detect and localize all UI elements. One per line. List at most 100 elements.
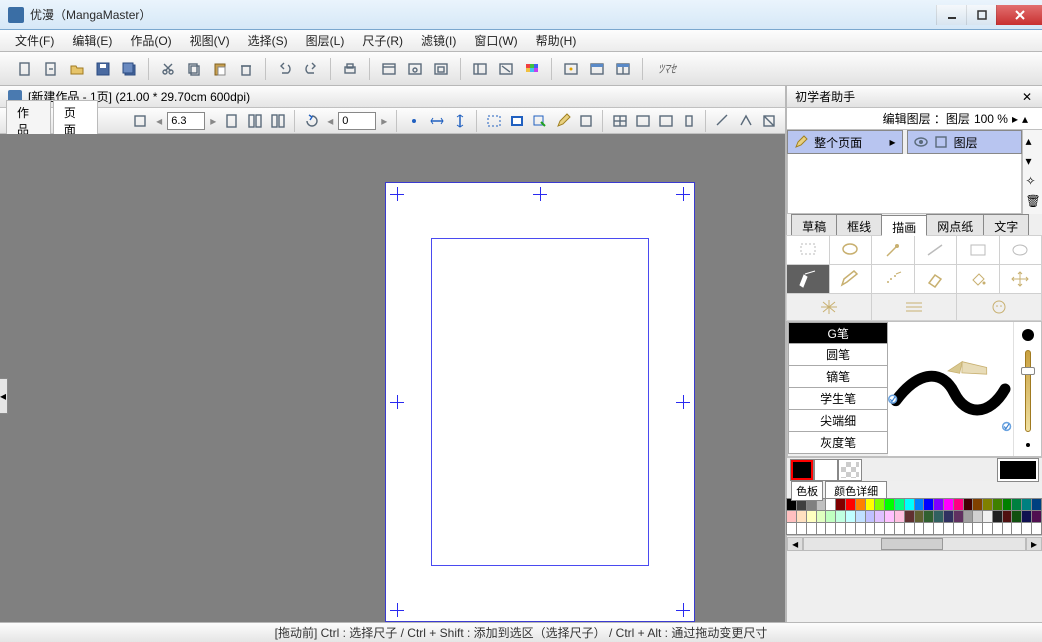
spread-icon[interactable] xyxy=(244,110,265,132)
copy-icon[interactable] xyxy=(183,58,205,80)
grid-2-icon[interactable] xyxy=(632,110,653,132)
tab-color-detail[interactable]: 颜色详细 xyxy=(825,481,887,498)
sel-full-icon[interactable] xyxy=(506,110,527,132)
zoom-fit-icon[interactable] xyxy=(130,110,151,132)
menu-ruler[interactable]: 尺子(R) xyxy=(353,30,412,51)
page-layer-cell[interactable]: 整个页面 ▸ xyxy=(787,130,902,154)
brush-size-slider[interactable] xyxy=(1025,350,1031,432)
panel-1-icon[interactable] xyxy=(378,58,400,80)
center-icon[interactable] xyxy=(403,110,424,132)
rotate-next-icon[interactable]: ▸ xyxy=(378,114,390,128)
tool-burst[interactable] xyxy=(786,293,872,321)
brush-size-min-icon[interactable] xyxy=(1023,440,1033,450)
panel-color-icon[interactable] xyxy=(521,58,543,80)
new-page-icon[interactable] xyxy=(40,58,62,80)
zoom-prev-icon[interactable]: ◂ xyxy=(153,114,165,128)
open-icon[interactable] xyxy=(66,58,88,80)
trash-icon[interactable]: 🗑 xyxy=(1026,194,1040,208)
flip-icon[interactable] xyxy=(267,110,288,132)
layer-cell[interactable]: 图层 xyxy=(907,130,1022,154)
scroll-right-icon[interactable]: ▸ xyxy=(1026,537,1042,551)
paste-icon[interactable] xyxy=(209,58,231,80)
menu-select[interactable]: 选择(S) xyxy=(239,30,297,51)
delete-icon[interactable] xyxy=(235,58,257,80)
fit-width-icon[interactable] xyxy=(426,110,447,132)
tool-airbrush[interactable] xyxy=(871,264,914,294)
tab-frame[interactable]: 框线 xyxy=(836,214,882,235)
brush-round[interactable]: 圆笔 xyxy=(788,344,888,366)
menu-view[interactable]: 视图(V) xyxy=(181,30,239,51)
brush-g-pen[interactable]: G笔 xyxy=(788,322,888,344)
page-icon[interactable] xyxy=(221,110,242,132)
redo-icon[interactable] xyxy=(300,58,322,80)
menu-window[interactable]: 窗口(W) xyxy=(465,30,526,51)
menu-filter[interactable]: 滤镜(I) xyxy=(412,30,465,51)
print-icon[interactable] xyxy=(339,58,361,80)
menu-edit[interactable]: 编辑(E) xyxy=(63,30,121,51)
scroll-up-icon[interactable]: ▴ xyxy=(1026,134,1040,148)
panel-2-icon[interactable] xyxy=(404,58,426,80)
panel-tone-icon[interactable] xyxy=(495,58,517,80)
tab-draw[interactable]: 描画 xyxy=(881,215,927,236)
tool-ellipse[interactable] xyxy=(999,235,1042,265)
swatch-fg[interactable] xyxy=(791,460,813,480)
rotate-prev-icon[interactable]: ◂ xyxy=(324,114,336,128)
palette-scrollbar[interactable]: ◂ ▸ xyxy=(787,535,1042,551)
grid-4-icon[interactable] xyxy=(678,110,699,132)
fit-height-icon[interactable] xyxy=(449,110,470,132)
tool-wand[interactable] xyxy=(871,235,914,265)
assistant-close-icon[interactable]: ✕ xyxy=(1020,90,1034,104)
canvas[interactable]: ◂ ▸ xyxy=(0,134,785,622)
tab-text[interactable]: 文字 xyxy=(983,214,1029,235)
close-button[interactable] xyxy=(996,5,1042,25)
palette-cell[interactable] xyxy=(1031,522,1042,535)
brush-gray[interactable]: 灰度笔 xyxy=(788,432,888,454)
sel-pen-icon[interactable] xyxy=(552,110,573,132)
menu-help[interactable]: 帮助(H) xyxy=(527,30,586,51)
swatch-transparent[interactable] xyxy=(839,460,861,480)
slider-thumb[interactable] xyxy=(1021,367,1035,375)
swatch-bg[interactable] xyxy=(815,460,837,480)
brush-school[interactable]: 学生笔 xyxy=(788,388,888,410)
new-icon[interactable] xyxy=(14,58,36,80)
ruler-1-icon[interactable] xyxy=(712,110,733,132)
tool-marquee[interactable] xyxy=(786,235,829,265)
panel-win-icon[interactable] xyxy=(586,58,608,80)
brush-kabura[interactable]: 镝笔 xyxy=(788,366,888,388)
menu-layer[interactable]: 图层(L) xyxy=(297,30,354,51)
tool-pencil[interactable] xyxy=(829,264,872,294)
scroll-left-icon[interactable]: ◂ xyxy=(787,537,803,551)
scroll-down-icon[interactable]: ▾ xyxy=(1026,154,1040,168)
save-icon[interactable] xyxy=(92,58,114,80)
grid-3-icon[interactable] xyxy=(655,110,676,132)
tool-bucket[interactable] xyxy=(956,264,999,294)
tool-pen[interactable] xyxy=(786,264,829,294)
tool-move[interactable] xyxy=(999,264,1042,294)
tool-lasso[interactable] xyxy=(829,235,872,265)
grid-1-icon[interactable] xyxy=(609,110,630,132)
tool-face[interactable] xyxy=(956,293,1042,321)
extra-tool-icon[interactable]: ﾂﾏｾ xyxy=(651,58,691,80)
panel-nav-icon[interactable] xyxy=(560,58,582,80)
sel-rect-icon[interactable] xyxy=(483,110,504,132)
layer-list-left[interactable] xyxy=(788,154,902,213)
layer-next-icon[interactable]: ▸ xyxy=(1012,112,1018,126)
menu-file[interactable]: 文件(F) xyxy=(6,30,63,51)
minimize-button[interactable] xyxy=(936,5,966,25)
brush-size-max-icon[interactable] xyxy=(1021,328,1035,342)
paper[interactable] xyxy=(385,182,695,622)
ruler-2-icon[interactable] xyxy=(735,110,756,132)
sel-edit-icon[interactable] xyxy=(529,110,550,132)
menu-works[interactable]: 作品(O) xyxy=(121,30,180,51)
tab-draft[interactable]: 草稿 xyxy=(791,214,837,235)
collapse-up-icon[interactable]: ▴ xyxy=(1022,112,1036,126)
zoom-field[interactable] xyxy=(167,112,205,130)
zoom-next-icon[interactable]: ▸ xyxy=(207,114,219,128)
brush-fine[interactable]: 尖端细 xyxy=(788,410,888,432)
ruler-3-icon[interactable] xyxy=(758,110,779,132)
left-collapse-handle[interactable]: ◂ xyxy=(0,378,8,414)
sel-box-icon[interactable] xyxy=(575,110,596,132)
rotate-field[interactable] xyxy=(338,112,376,130)
panel-win2-icon[interactable] xyxy=(612,58,634,80)
tool-rect[interactable] xyxy=(956,235,999,265)
